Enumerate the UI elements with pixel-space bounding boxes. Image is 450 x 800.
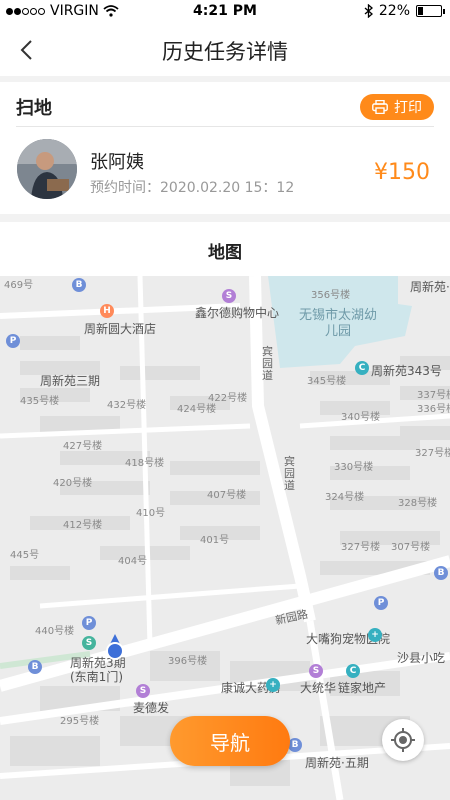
map-label-zone343: 周新苑343号 (371, 364, 442, 378)
bluetooth-icon (364, 4, 373, 18)
map-label-zone-top: 周新苑· (410, 280, 450, 294)
avatar (17, 139, 77, 199)
bus-stop-icon[interactable]: B (72, 278, 86, 292)
map-label-snack: 沙县小吃 (397, 651, 446, 665)
map-label: 440号楼 (35, 626, 75, 637)
shopping-icon[interactable]: S (222, 289, 236, 303)
community-icon[interactable]: C (355, 361, 369, 375)
map-label-realty: 链家地产 (338, 681, 387, 695)
map-label: 330号楼 (334, 462, 374, 473)
map-label-maidefa: 麦德发 (133, 701, 170, 715)
map-label-east-gate: (东南1门) (70, 670, 123, 684)
map-label: 445号 (10, 550, 40, 561)
map-label-school: 无锡市太湖幼儿园 (298, 308, 377, 339)
battery-icon (416, 5, 445, 17)
map-label: 435号楼 (20, 396, 60, 407)
map-label: 307号楼 (391, 542, 431, 553)
bus-stop-icon[interactable]: B (288, 738, 302, 752)
price: ¥150 (374, 160, 430, 185)
map-label: 418号楼 (125, 458, 165, 469)
map-label: 427号楼 (63, 441, 103, 452)
crosshair-icon (391, 728, 415, 752)
map-label-road: 宾园道 (262, 345, 273, 382)
navigation-bar: 历史任务详情 (0, 24, 450, 76)
parking-icon[interactable]: P (374, 596, 388, 610)
map-label: 422号楼 (208, 393, 248, 404)
task-card: 扫地 打印 张阿姨 预约时间：2020.02.20 15：12 ¥150 (0, 82, 450, 214)
community-icon[interactable]: C (346, 664, 360, 678)
parking-icon[interactable]: P (82, 616, 96, 630)
bus-stop-icon[interactable]: B (434, 566, 448, 580)
map-label: 340号楼 (341, 412, 381, 423)
battery-percent: 22% (378, 3, 410, 19)
map-label: 327号楼 (415, 448, 450, 459)
divider (16, 126, 434, 127)
map-label: 295号楼 (60, 716, 100, 727)
map-label-dajhua: 大统华 (300, 681, 337, 695)
print-button[interactable]: 打印 (360, 94, 434, 120)
navigate-label: 导航 (210, 730, 250, 755)
page-title: 历史任务详情 (162, 40, 288, 64)
map-label: 396号楼 (168, 656, 208, 667)
map-label: 337号楼 (417, 390, 450, 401)
person-name: 张阿姨 (90, 152, 144, 173)
status-right: 22% (364, 3, 445, 19)
task-type: 扫地 (16, 98, 52, 119)
map-label: 410号 (136, 508, 166, 519)
map-label: 336号楼 (417, 404, 450, 415)
map-label-road: 宾园道 (284, 455, 295, 492)
map-label-mall: 鑫尔德购物中心 (195, 306, 280, 320)
map-label: 407号楼 (207, 490, 247, 501)
map-section-header: 地图 (0, 222, 450, 276)
parking-icon[interactable]: P (6, 334, 20, 348)
map-label-zone3: 周新苑三期 (40, 374, 101, 388)
map-label: 327号楼 (341, 542, 381, 553)
hotel-icon[interactable]: H (100, 304, 114, 318)
map-label: 469号 (4, 280, 34, 291)
navigate-button[interactable]: 导航 (170, 716, 290, 766)
map-label: 404号 (118, 556, 148, 567)
map-section-title: 地图 (208, 243, 242, 263)
map-label: 324号楼 (325, 492, 365, 503)
map-label: 412号楼 (63, 520, 103, 531)
map-label: 328号楼 (398, 498, 438, 509)
shopping-icon[interactable]: S (309, 664, 323, 678)
map-label: 356号楼 (311, 290, 351, 301)
pharmacy-icon[interactable]: + (266, 678, 280, 692)
map-label: 401号 (200, 535, 230, 546)
map-label: 432号楼 (107, 400, 147, 411)
print-label: 打印 (394, 100, 422, 116)
location-pin-icon (106, 634, 124, 660)
appointment-time: 预约时间：2020.02.20 15：12 (90, 180, 295, 196)
station-icon[interactable]: S (82, 636, 96, 650)
locate-button[interactable] (382, 719, 424, 761)
map-label: 345号楼 (307, 376, 347, 387)
shopping-icon[interactable]: S (136, 684, 150, 698)
printer-icon (372, 100, 388, 114)
map-label-zone5: 周新苑·五期 (305, 756, 369, 770)
status-bar: VIRGIN 4:21 PM 22% (0, 0, 450, 24)
map-label-hotel: 周新圆大酒店 (84, 322, 157, 336)
map-label: 420号楼 (53, 478, 93, 489)
hospital-icon[interactable]: + (368, 628, 382, 642)
bus-stop-icon[interactable]: B (28, 660, 42, 674)
